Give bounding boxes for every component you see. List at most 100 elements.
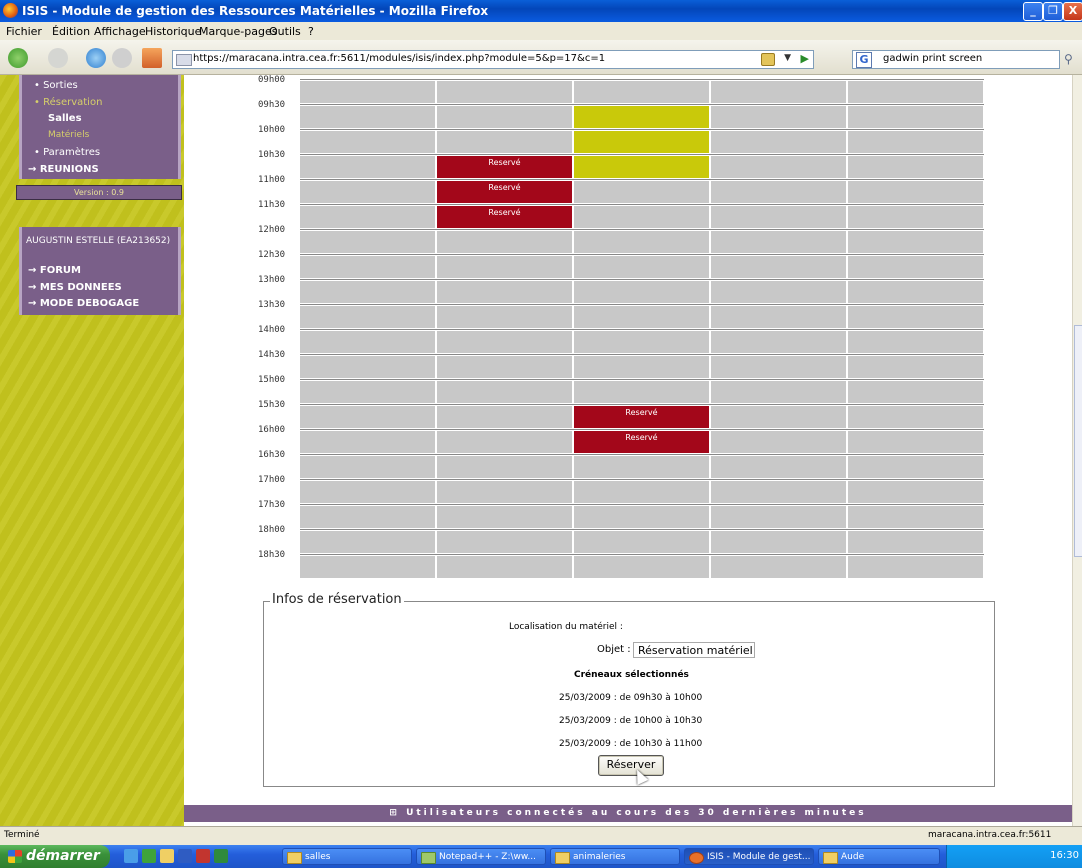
free-slot[interactable]	[574, 231, 711, 253]
menu-affichage[interactable]: Affichage	[94, 25, 146, 38]
free-slot[interactable]	[711, 306, 848, 328]
menu-fichier[interactable]: Fichier	[6, 25, 42, 38]
search-bar[interactable]: G gadwin print screen	[852, 50, 1060, 69]
free-slot[interactable]	[437, 481, 574, 503]
sidebar-item-parametres[interactable]: • Paramètres	[34, 147, 100, 158]
search-engine-icon[interactable]: G	[856, 52, 872, 68]
free-slot[interactable]	[711, 331, 848, 353]
free-slot[interactable]	[711, 381, 848, 403]
close-button[interactable]: X	[1063, 2, 1082, 21]
free-slot[interactable]	[711, 131, 848, 153]
free-slot[interactable]	[711, 356, 848, 378]
objet-input[interactable]: Réservation matériel	[633, 642, 755, 658]
selected-slot[interactable]	[574, 106, 711, 128]
site-identity-icon[interactable]	[176, 54, 192, 66]
free-slot[interactable]	[300, 81, 437, 103]
menu-edition[interactable]: Édition	[52, 25, 90, 38]
taskbar-item-isis[interactable]: ISIS - Module de gest...	[684, 848, 814, 865]
ie-icon[interactable]	[124, 849, 138, 863]
free-slot[interactable]	[848, 356, 985, 378]
free-slot[interactable]	[711, 506, 848, 528]
forward-icon[interactable]	[48, 48, 68, 68]
free-slot[interactable]	[574, 356, 711, 378]
free-slot[interactable]	[437, 131, 574, 153]
free-slot[interactable]	[848, 281, 985, 303]
free-slot[interactable]	[437, 356, 574, 378]
start-button[interactable]: démarrer	[0, 845, 110, 868]
go-arrow-icon[interactable]: ▶	[801, 52, 809, 65]
free-slot[interactable]	[711, 156, 848, 178]
free-slot[interactable]	[437, 456, 574, 478]
free-slot[interactable]	[300, 206, 437, 228]
free-slot[interactable]	[574, 381, 711, 403]
free-slot[interactable]	[848, 256, 985, 278]
free-slot[interactable]	[574, 556, 711, 578]
free-slot[interactable]	[848, 506, 985, 528]
menu-help[interactable]: ?	[308, 25, 314, 38]
free-slot[interactable]	[437, 231, 574, 253]
menu-outils[interactable]: Outils	[269, 25, 301, 38]
clock[interactable]: 16:30	[1050, 850, 1079, 861]
free-slot[interactable]	[300, 381, 437, 403]
sidebar-link-mode-debogage[interactable]: → MODE DEBOGAGE	[28, 298, 139, 309]
folder-icon[interactable]	[160, 849, 174, 863]
free-slot[interactable]	[848, 106, 985, 128]
minimize-button[interactable]: _	[1023, 2, 1043, 21]
word-icon[interactable]	[178, 849, 192, 863]
free-slot[interactable]	[711, 456, 848, 478]
free-slot[interactable]	[711, 206, 848, 228]
free-slot[interactable]	[437, 506, 574, 528]
vertical-scrollbar[interactable]	[1072, 75, 1082, 826]
free-slot[interactable]	[300, 281, 437, 303]
free-slot[interactable]	[300, 456, 437, 478]
excel-icon[interactable]	[214, 849, 228, 863]
free-slot[interactable]	[848, 531, 985, 553]
free-slot[interactable]	[300, 156, 437, 178]
free-slot[interactable]	[300, 531, 437, 553]
stop-icon[interactable]	[112, 48, 132, 68]
free-slot[interactable]	[848, 406, 985, 428]
free-slot[interactable]	[437, 256, 574, 278]
free-slot[interactable]	[711, 181, 848, 203]
free-slot[interactable]	[437, 381, 574, 403]
free-slot[interactable]	[574, 531, 711, 553]
menu-marque-pages[interactable]: Marque-pages	[199, 25, 277, 38]
free-slot[interactable]	[437, 81, 574, 103]
free-slot[interactable]	[437, 531, 574, 553]
free-slot[interactable]	[848, 381, 985, 403]
free-slot[interactable]	[574, 256, 711, 278]
free-slot[interactable]	[437, 431, 574, 453]
home-icon[interactable]	[142, 48, 162, 68]
free-slot[interactable]	[300, 256, 437, 278]
free-slot[interactable]	[437, 331, 574, 353]
free-slot[interactable]	[300, 556, 437, 578]
free-slot[interactable]	[574, 206, 711, 228]
taskbar-item-animaleries[interactable]: animaleries	[550, 848, 680, 865]
free-slot[interactable]	[574, 456, 711, 478]
free-slot[interactable]	[711, 256, 848, 278]
scrollbar-thumb[interactable]	[1074, 325, 1082, 557]
powerpoint-icon[interactable]	[196, 849, 210, 863]
free-slot[interactable]	[574, 506, 711, 528]
sidebar-item-sorties[interactable]: • Sorties	[34, 80, 78, 91]
taskbar-item-notepad[interactable]: Notepad++ - Z:\ww...	[416, 848, 546, 865]
restore-button[interactable]: ❐	[1043, 2, 1063, 21]
free-slot[interactable]	[848, 556, 985, 578]
free-slot[interactable]	[300, 506, 437, 528]
free-slot[interactable]	[300, 131, 437, 153]
free-slot[interactable]	[300, 106, 437, 128]
free-slot[interactable]	[711, 231, 848, 253]
free-slot[interactable]	[848, 231, 985, 253]
free-slot[interactable]	[711, 406, 848, 428]
firefox-quicklaunch-icon[interactable]	[142, 849, 156, 863]
free-slot[interactable]	[848, 481, 985, 503]
sidebar-link-mes-donnees[interactable]: → MES DONNEES	[28, 282, 122, 293]
free-slot[interactable]	[711, 431, 848, 453]
free-slot[interactable]	[437, 306, 574, 328]
free-slot[interactable]	[711, 281, 848, 303]
address-bar[interactable]: https://maracana.intra.cea.fr:5611/modul…	[172, 50, 814, 69]
free-slot[interactable]	[437, 281, 574, 303]
free-slot[interactable]	[574, 81, 711, 103]
free-slot[interactable]	[437, 106, 574, 128]
sidebar-item-reservation[interactable]: • Réservation	[34, 97, 102, 108]
